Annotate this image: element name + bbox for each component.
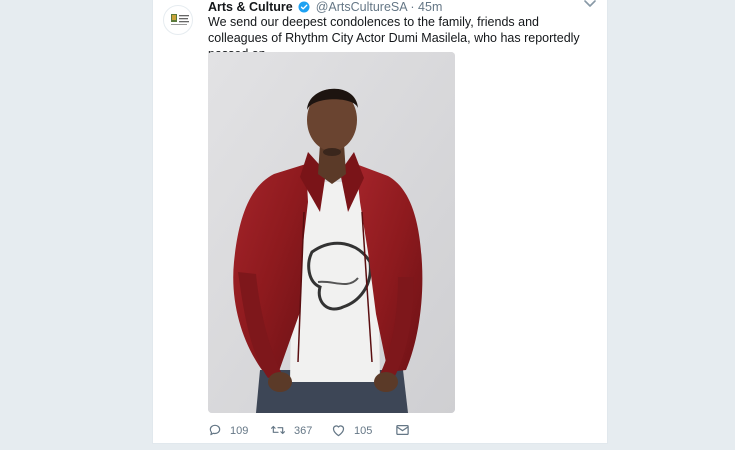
verified-badge-icon [298, 1, 310, 13]
direct-message-button[interactable] [395, 423, 418, 439]
tweet-header: Arts & Culture @ArtsCultureSA · 45m [208, 0, 442, 14]
coat-of-arms-icon [171, 14, 189, 25]
account-avatar[interactable] [163, 5, 193, 35]
reply-button[interactable]: 109 [208, 423, 248, 439]
like-button[interactable]: 105 [331, 423, 372, 439]
retweet-icon [271, 425, 285, 435]
account-handle[interactable]: @ArtsCultureSA [316, 0, 407, 14]
envelope-icon [396, 425, 409, 435]
reply-count: 109 [230, 425, 249, 437]
retweet-button[interactable]: 367 [270, 423, 312, 439]
tweet-card[interactable]: Arts & Culture @ArtsCultureSA · 45m We s… [152, 0, 608, 444]
actor-portrait-image [208, 52, 455, 413]
chevron-down-icon[interactable] [583, 0, 597, 10]
retweet-count: 367 [294, 425, 313, 437]
separator-dot: · [410, 0, 415, 14]
like-count: 105 [354, 425, 373, 437]
tweet-photo[interactable] [208, 52, 455, 413]
heart-icon [332, 425, 345, 437]
reply-icon [209, 424, 221, 436]
account-name[interactable]: Arts & Culture [208, 0, 293, 14]
tweet-timestamp[interactable]: 45m [418, 0, 442, 14]
